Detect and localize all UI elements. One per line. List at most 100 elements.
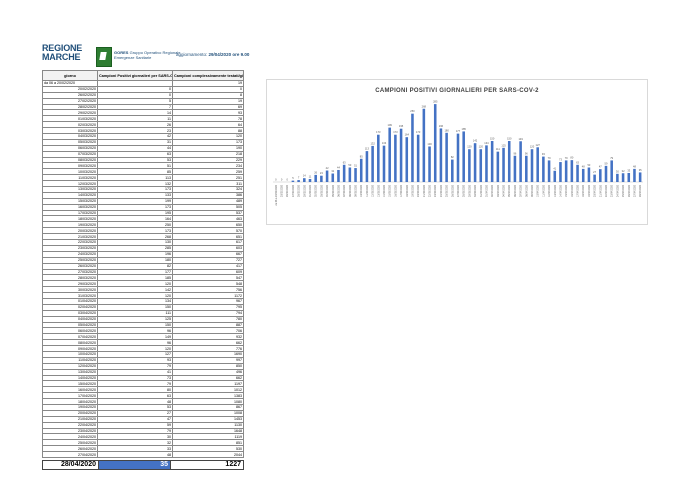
x-tick-label: 09/04/2020 bbox=[531, 184, 534, 197]
bar bbox=[559, 162, 562, 182]
table-header-row: giorno Campioni Positivi giornalieri per… bbox=[42, 70, 244, 81]
data-label: 113 bbox=[365, 147, 370, 151]
data-label: 127 bbox=[536, 143, 541, 147]
bar bbox=[342, 164, 346, 182]
col-header-testati: Campioni complessivamente testati/giorno bbox=[172, 70, 244, 81]
x-tick-label: 19/04/2020 bbox=[588, 184, 591, 197]
x-tick-label: 27/03/2020 bbox=[457, 184, 460, 197]
bar bbox=[337, 169, 340, 182]
x-tick-label: 19/03/2020 bbox=[411, 184, 414, 197]
bar bbox=[496, 151, 500, 182]
bar bbox=[610, 160, 613, 182]
data-label: 26 bbox=[314, 170, 317, 174]
x-tick-label: 03/04/2020 bbox=[497, 184, 500, 197]
data-label: 35 bbox=[639, 168, 642, 172]
bar bbox=[416, 134, 420, 182]
x-tick-label: 10/04/2020 bbox=[537, 184, 540, 197]
x-tick-label: 28/03/2020 bbox=[463, 184, 466, 197]
x-tick-label: 26/04/2020 bbox=[628, 184, 631, 197]
bar bbox=[411, 113, 414, 182]
x-tick-label: 20/02/2020 bbox=[281, 184, 284, 197]
bar bbox=[456, 133, 460, 182]
x-tick-label: 11/04/2020 bbox=[542, 184, 545, 196]
bar bbox=[291, 180, 295, 182]
bar bbox=[468, 149, 471, 182]
bar bbox=[365, 151, 369, 182]
x-tick-label: 13/04/2020 bbox=[554, 184, 557, 197]
bar bbox=[462, 131, 465, 182]
data-label: 59 bbox=[605, 161, 608, 165]
data-label: 44 bbox=[337, 165, 340, 169]
data-label: 14 bbox=[303, 174, 306, 178]
chart-area: CAMPIONI POSITIVI GIORNALIERI PER SARS-C… bbox=[266, 79, 648, 225]
data-label: 53 bbox=[587, 163, 590, 167]
data-label: 150 bbox=[490, 137, 495, 141]
bar bbox=[513, 155, 517, 182]
x-tick-label: 06/04/2020 bbox=[514, 184, 517, 197]
bar bbox=[621, 173, 625, 182]
bar bbox=[399, 128, 403, 182]
x-tick-label: 07/03/2020 bbox=[343, 184, 346, 197]
bar bbox=[314, 174, 317, 182]
data-label: 199 bbox=[388, 123, 393, 127]
x-tick-label: 31/03/2020 bbox=[480, 184, 483, 197]
totals-positivi: 35 bbox=[98, 461, 170, 469]
totals-row: 28/04/2020 35 1227 bbox=[42, 460, 244, 470]
data-label: 41 bbox=[553, 166, 556, 170]
data-label: 120 bbox=[530, 145, 535, 149]
org-line2: Emergenze Sanitarie bbox=[114, 55, 152, 60]
x-tick-label: 04/03/2020 bbox=[326, 184, 329, 197]
data-label: 111 bbox=[496, 147, 500, 151]
x-tick-label: 24/04/2020 bbox=[616, 184, 619, 197]
data-label: 48 bbox=[582, 164, 585, 168]
data-label: 96 bbox=[525, 151, 528, 155]
bar bbox=[382, 145, 386, 182]
data-label: 63 bbox=[343, 160, 346, 164]
x-tick-label: 25/03/2020 bbox=[446, 184, 449, 197]
data-table: giorno Campioni Positivi giornalieri per… bbox=[42, 70, 244, 458]
bar bbox=[536, 147, 539, 182]
bar bbox=[473, 143, 477, 182]
x-tick-label: 05/04/2020 bbox=[508, 184, 511, 197]
bar bbox=[377, 134, 380, 182]
x-tick-label: 01/04/2020 bbox=[485, 184, 488, 197]
data-label: 150 bbox=[507, 137, 512, 141]
x-tick-label: 30/03/2020 bbox=[474, 184, 477, 197]
x-tick-label: 15/04/2020 bbox=[565, 184, 568, 197]
bar bbox=[405, 137, 409, 182]
data-label: 53 bbox=[348, 163, 351, 167]
x-tick-label: 17/04/2020 bbox=[577, 184, 580, 197]
bar bbox=[320, 175, 323, 182]
data-label: 133 bbox=[382, 141, 387, 145]
bar bbox=[547, 160, 551, 182]
x-tick-label: 18/04/2020 bbox=[582, 184, 585, 197]
bar bbox=[502, 147, 505, 182]
data-label: 82 bbox=[451, 155, 454, 159]
data-label: 195 bbox=[399, 124, 404, 128]
x-tick-label: 22/03/2020 bbox=[429, 184, 432, 197]
bar bbox=[485, 145, 488, 182]
bar bbox=[428, 146, 431, 182]
data-label: 130 bbox=[427, 142, 432, 146]
x-tick-label: 21/03/2020 bbox=[423, 184, 426, 197]
x-tick-label: 23/03/2020 bbox=[434, 184, 437, 197]
data-label: 63 bbox=[576, 160, 579, 164]
data-label: 31 bbox=[331, 169, 334, 173]
bar bbox=[564, 160, 568, 182]
data-label: 196 bbox=[439, 124, 444, 128]
x-tick-label: 20/03/2020 bbox=[417, 184, 420, 197]
data-label: 30 bbox=[616, 169, 619, 173]
x-tick-label: 26/02/2020 bbox=[286, 184, 289, 197]
data-label: 125 bbox=[501, 143, 506, 147]
x-tick-label: 20/04/2020 bbox=[594, 184, 597, 197]
x-tick-label: 08/03/2020 bbox=[349, 184, 352, 197]
data-label: 132 bbox=[370, 141, 375, 145]
bar bbox=[433, 104, 437, 182]
data-label: 51 bbox=[354, 164, 357, 168]
data-label: 85 bbox=[360, 154, 363, 158]
totals-date: 28/04/2020 bbox=[60, 461, 96, 468]
x-tick-label: 27/02/2020 bbox=[292, 184, 295, 197]
bar bbox=[331, 173, 335, 182]
bar bbox=[542, 156, 545, 182]
data-table-wrap: giorno Campioni Positivi giornalieri per… bbox=[42, 70, 244, 458]
